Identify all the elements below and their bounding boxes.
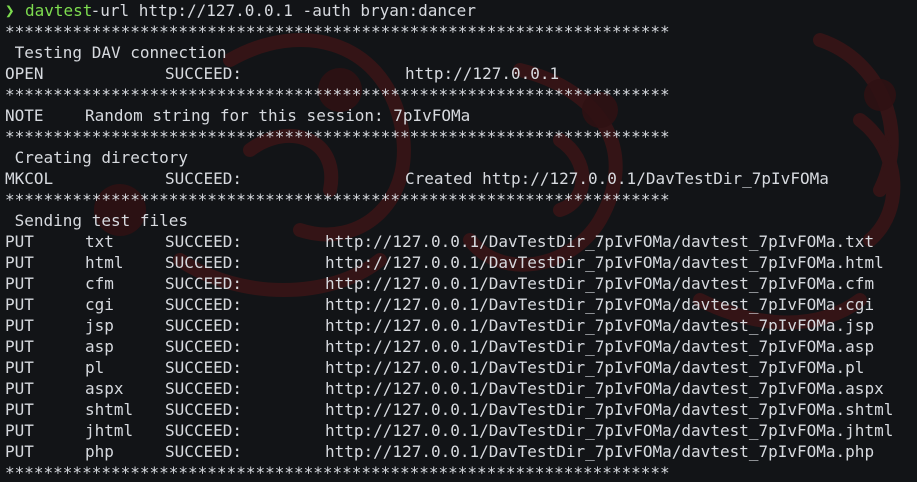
result-url: http://127.0.0.1 [405, 64, 560, 83]
status-label: SUCCEED: [165, 421, 243, 440]
result-url: http://127.0.0.1/DavTestDir_7pIvFOMa/dav… [325, 316, 875, 335]
put-result-row: PUT php SUCCEED: http://127.0.0.1/DavTes… [5, 441, 917, 462]
result-url: http://127.0.0.1/DavTestDir_7pIvFOMa/dav… [325, 421, 894, 440]
method-label: PUT [5, 316, 34, 335]
result-url: http://127.0.0.1/DavTestDir_7pIvFOMa/dav… [325, 274, 875, 293]
put-result-row: PUT txt SUCCEED: http://127.0.0.1/DavTes… [5, 231, 917, 252]
result-url: http://127.0.0.1/DavTestDir_7pIvFOMa/dav… [325, 232, 875, 251]
file-extension: txt [85, 232, 114, 251]
status-label: SUCCEED: [165, 169, 243, 188]
method-label: PUT [5, 400, 34, 419]
method-label: PUT [5, 337, 34, 356]
file-extension: jhtml [85, 421, 134, 440]
method-label: PUT [5, 421, 34, 440]
separator-line: ****************************************… [5, 127, 670, 146]
file-extension: cfm [85, 274, 114, 293]
status-label: SUCCEED: [165, 274, 243, 293]
prompt-arrow-icon: ❯ [5, 1, 15, 20]
result-url: http://127.0.0.1/DavTestDir_7pIvFOMa/dav… [325, 400, 894, 419]
method-label: PUT [5, 253, 34, 272]
section-header-directory: Creating directory [5, 148, 189, 167]
put-result-row: PUT aspx SUCCEED: http://127.0.0.1/DavTe… [5, 378, 917, 399]
status-label: SUCCEED: [165, 400, 243, 419]
file-extension: cgi [85, 295, 114, 314]
separator-line: ****************************************… [5, 190, 670, 209]
section-header-files: Sending test files [5, 211, 189, 230]
status-label: SUCCEED: [165, 337, 243, 356]
status-label: SUCCEED: [165, 358, 243, 377]
result-url: http://127.0.0.1/DavTestDir_7pIvFOMa/dav… [325, 337, 875, 356]
command-prompt-line: ❯ davtest -url http://127.0.0.1 -auth br… [5, 0, 917, 21]
note-text: Random string for this session: 7pIvFOMa [85, 106, 471, 125]
file-extension: aspx [85, 379, 124, 398]
status-label: SUCCEED: [165, 316, 243, 335]
result-url: http://127.0.0.1/DavTestDir_7pIvFOMa/dav… [325, 295, 875, 314]
separator-line: ****************************************… [5, 85, 670, 104]
connection-result-line: OPEN SUCCEED: http://127.0.0.1 [5, 63, 917, 84]
result-url: http://127.0.0.1/DavTestDir_7pIvFOMa/dav… [325, 358, 865, 377]
note-line: NOTE Random string for this session: 7pI… [5, 105, 917, 126]
put-result-row: PUT pl SUCCEED: http://127.0.0.1/DavTest… [5, 357, 917, 378]
separator-line: ****************************************… [5, 463, 670, 482]
result-url: http://127.0.0.1/DavTestDir_7pIvFOMa/dav… [325, 379, 884, 398]
result-url: Created http://127.0.0.1/DavTestDir_7pIv… [405, 169, 829, 188]
put-result-row: PUT jsp SUCCEED: http://127.0.0.1/DavTes… [5, 315, 917, 336]
file-extension: pl [85, 358, 105, 377]
put-result-row: PUT shtml SUCCEED: http://127.0.0.1/DavT… [5, 399, 917, 420]
put-result-row: PUT cfm SUCCEED: http://127.0.0.1/DavTes… [5, 273, 917, 294]
put-result-row: PUT jhtml SUCCEED: http://127.0.0.1/DavT… [5, 420, 917, 441]
method-label: PUT [5, 358, 34, 377]
command-arguments: -url http://127.0.0.1 -auth bryan:dancer [81, 1, 476, 20]
file-extension: jsp [85, 316, 114, 335]
status-label: SUCCEED: [165, 442, 243, 461]
status-label: SUCCEED: [165, 232, 243, 251]
put-result-row: PUT asp SUCCEED: http://127.0.0.1/DavTes… [5, 336, 917, 357]
put-results-list: PUT txt SUCCEED: http://127.0.0.1/DavTes… [5, 231, 917, 462]
result-url: http://127.0.0.1/DavTestDir_7pIvFOMa/dav… [325, 442, 875, 461]
file-extension: shtml [85, 400, 134, 419]
status-label: SUCCEED: [165, 295, 243, 314]
separator-line: ****************************************… [5, 22, 670, 41]
file-extension: html [85, 253, 124, 272]
method-label: PUT [5, 295, 34, 314]
method-label: PUT [5, 379, 34, 398]
method-label: OPEN [5, 64, 44, 83]
status-label: SUCCEED: [165, 64, 243, 83]
file-extension: asp [85, 337, 114, 356]
status-label: SUCCEED: [165, 253, 243, 272]
put-result-row: PUT cgi SUCCEED: http://127.0.0.1/DavTes… [5, 294, 917, 315]
file-extension: php [85, 442, 114, 461]
method-label: PUT [5, 232, 34, 251]
put-result-row: PUT html SUCCEED: http://127.0.0.1/DavTe… [5, 252, 917, 273]
section-header-connection: Testing DAV connection [5, 43, 227, 62]
terminal-output: ❯ davtest -url http://127.0.0.1 -auth br… [5, 0, 917, 482]
note-label: NOTE [5, 106, 44, 125]
method-label: PUT [5, 442, 34, 461]
status-label: SUCCEED: [165, 379, 243, 398]
method-label: PUT [5, 274, 34, 293]
method-label: MKCOL [5, 169, 54, 188]
result-url: http://127.0.0.1/DavTestDir_7pIvFOMa/dav… [325, 253, 884, 272]
directory-result-line: MKCOL SUCCEED: Created http://127.0.0.1/… [5, 168, 917, 189]
